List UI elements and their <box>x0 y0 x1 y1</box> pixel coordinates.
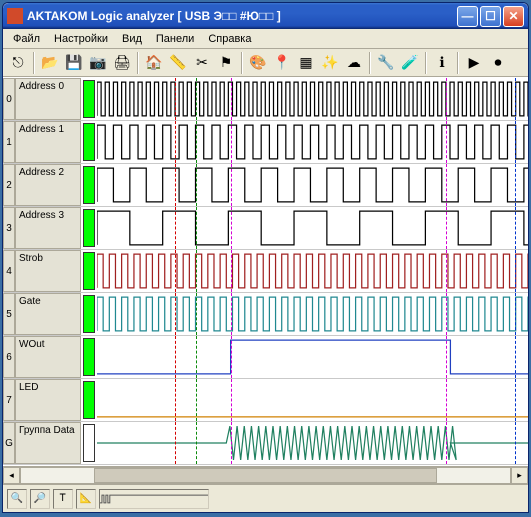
channel-waveform[interactable] <box>97 293 528 335</box>
print-icon[interactable]: 🖨 <box>111 52 133 74</box>
channel-label[interactable]: LED <box>15 379 81 421</box>
horizontal-scrollbar[interactable]: ◂ ▸ <box>3 466 528 484</box>
channel-color-swatch[interactable] <box>83 424 95 462</box>
channel-color-swatch[interactable] <box>83 252 95 290</box>
channel-row: 5Gate <box>3 293 528 336</box>
channel-label[interactable]: Gate <box>15 293 81 335</box>
menu-panels[interactable]: Панели <box>150 31 200 47</box>
channel-label[interactable]: WOut <box>15 336 81 378</box>
window-title: AKTAKOM Logic analyzer [ USB Э□□ #Ю□□ ] <box>27 9 457 23</box>
channel-number: 4 <box>3 250 15 292</box>
info-icon[interactable]: ℹ <box>431 52 453 74</box>
channel-color-swatch[interactable] <box>83 209 95 247</box>
channel-waveform[interactable] <box>97 164 528 206</box>
channel-number: 3 <box>3 207 15 249</box>
channel-label[interactable]: Address 2 <box>15 164 81 206</box>
menu-view[interactable]: Вид <box>116 31 148 47</box>
play-icon[interactable]: ▶ <box>463 52 485 74</box>
toolbar: ⎋ 📂💾📷🖨 🏠📏✂⚑ 🎨📍▦✨☁ 🔧🧪 ℹ ▶⏺ <box>3 49 528 77</box>
titlebar[interactable]: AKTAKOM Logic analyzer [ USB Э□□ #Ю□□ ] … <box>3 3 528 29</box>
ruler-vert-icon[interactable]: 📐 <box>76 489 96 509</box>
zoom-out-icon[interactable]: 🔎 <box>30 489 50 509</box>
channel-row: GГруппа Data A123B <box>3 422 528 465</box>
scroll-left-button[interactable]: ◂ <box>3 467 20 484</box>
channel-color-swatch[interactable] <box>83 80 95 118</box>
channel-row: 7LED <box>3 379 528 422</box>
toolbar-separator <box>33 52 35 74</box>
channel-row: 1Address 1 <box>3 121 528 164</box>
ruler-icon[interactable]: 📏 <box>167 52 189 74</box>
channel-waveform[interactable] <box>97 207 528 249</box>
workarea: 0Address 01Address 12Address 23Address 3… <box>3 77 528 484</box>
channel-label[interactable]: Strob <box>15 250 81 292</box>
statusbar: 🔍🔎Ꭲ📐 <box>3 484 528 512</box>
channel-label[interactable]: Address 3 <box>15 207 81 249</box>
channel-waveform[interactable] <box>97 78 528 120</box>
app-window: AKTAKOM Logic analyzer [ USB Э□□ #Ю□□ ] … <box>2 2 529 513</box>
channel-number: 0 <box>3 78 15 120</box>
channel-label[interactable]: Группа Data <box>15 422 81 464</box>
tables-icon[interactable]: ▦ <box>295 52 317 74</box>
toolbar-separator <box>241 52 243 74</box>
channel-color-swatch[interactable] <box>83 338 95 376</box>
home-icon[interactable]: 🏠 <box>143 52 165 74</box>
channel-row: 3Address 3 <box>3 207 528 250</box>
channel-number: 1 <box>3 121 15 163</box>
channel-waveform[interactable] <box>97 250 528 292</box>
channel-row: 2Address 2 <box>3 164 528 207</box>
channel-row: 0Address 0 <box>3 78 528 121</box>
toolbar-separator <box>369 52 371 74</box>
cloud-icon[interactable]: ☁ <box>343 52 365 74</box>
channel-list: 0Address 01Address 12Address 23Address 3… <box>3 78 528 466</box>
menu-file[interactable]: Файл <box>7 31 46 47</box>
menu-settings[interactable]: Настройки <box>48 31 114 47</box>
channel-number: 6 <box>3 336 15 378</box>
channel-waveform[interactable] <box>97 379 528 421</box>
menu-help[interactable]: Справка <box>202 31 257 47</box>
scroll-thumb[interactable] <box>94 468 436 483</box>
channel-color-swatch[interactable] <box>83 381 95 419</box>
maximize-button[interactable]: ☐ <box>480 6 501 27</box>
channel-label[interactable]: Address 1 <box>15 121 81 163</box>
channel-color-swatch[interactable] <box>83 295 95 333</box>
app-icon <box>7 8 23 24</box>
channel-color-swatch[interactable] <box>83 123 95 161</box>
wand-icon[interactable]: ✨ <box>319 52 341 74</box>
save-icon[interactable]: 💾 <box>63 52 85 74</box>
close-button[interactable]: ✕ <box>503 6 524 27</box>
record-icon[interactable]: ⏺ <box>487 52 509 74</box>
toolbar-separator <box>137 52 139 74</box>
menubar: Файл Настройки Вид Панели Справка <box>3 29 528 49</box>
tool1-icon[interactable]: 🔧 <box>375 52 397 74</box>
zoom-in-icon[interactable]: 🔍 <box>7 489 27 509</box>
palette-icon[interactable]: 🎨 <box>247 52 269 74</box>
tool2-icon[interactable]: 🧪 <box>399 52 421 74</box>
channel-color-swatch[interactable] <box>83 166 95 204</box>
channel-number: 2 <box>3 164 15 206</box>
cut-icon[interactable]: ✂ <box>191 52 213 74</box>
minimize-button[interactable]: — <box>457 6 478 27</box>
channel-number: 7 <box>3 379 15 421</box>
channel-number: 5 <box>3 293 15 335</box>
toolbar-separator <box>425 52 427 74</box>
channel-row: 4Strob <box>3 250 528 293</box>
channel-waveform[interactable] <box>97 121 528 163</box>
scroll-right-button[interactable]: ▸ <box>511 467 528 484</box>
channel-row: 6WOut <box>3 336 528 379</box>
toolbar-separator <box>457 52 459 74</box>
channel-waveform[interactable]: A123B <box>97 422 528 464</box>
open-icon[interactable]: 📂 <box>39 52 61 74</box>
exit-icon[interactable]: ⎋ <box>7 52 29 74</box>
flag-icon[interactable]: ⚑ <box>215 52 237 74</box>
photo-icon[interactable]: 📷 <box>87 52 109 74</box>
window-buttons: — ☐ ✕ <box>457 6 524 27</box>
overview-minimap[interactable] <box>99 489 209 509</box>
text-cursor-icon[interactable]: Ꭲ <box>53 489 73 509</box>
marker-icon[interactable]: 📍 <box>271 52 293 74</box>
channel-number: G <box>3 422 15 464</box>
channel-waveform[interactable] <box>97 336 528 378</box>
scroll-track[interactable] <box>20 467 511 484</box>
channel-label[interactable]: Address 0 <box>15 78 81 120</box>
